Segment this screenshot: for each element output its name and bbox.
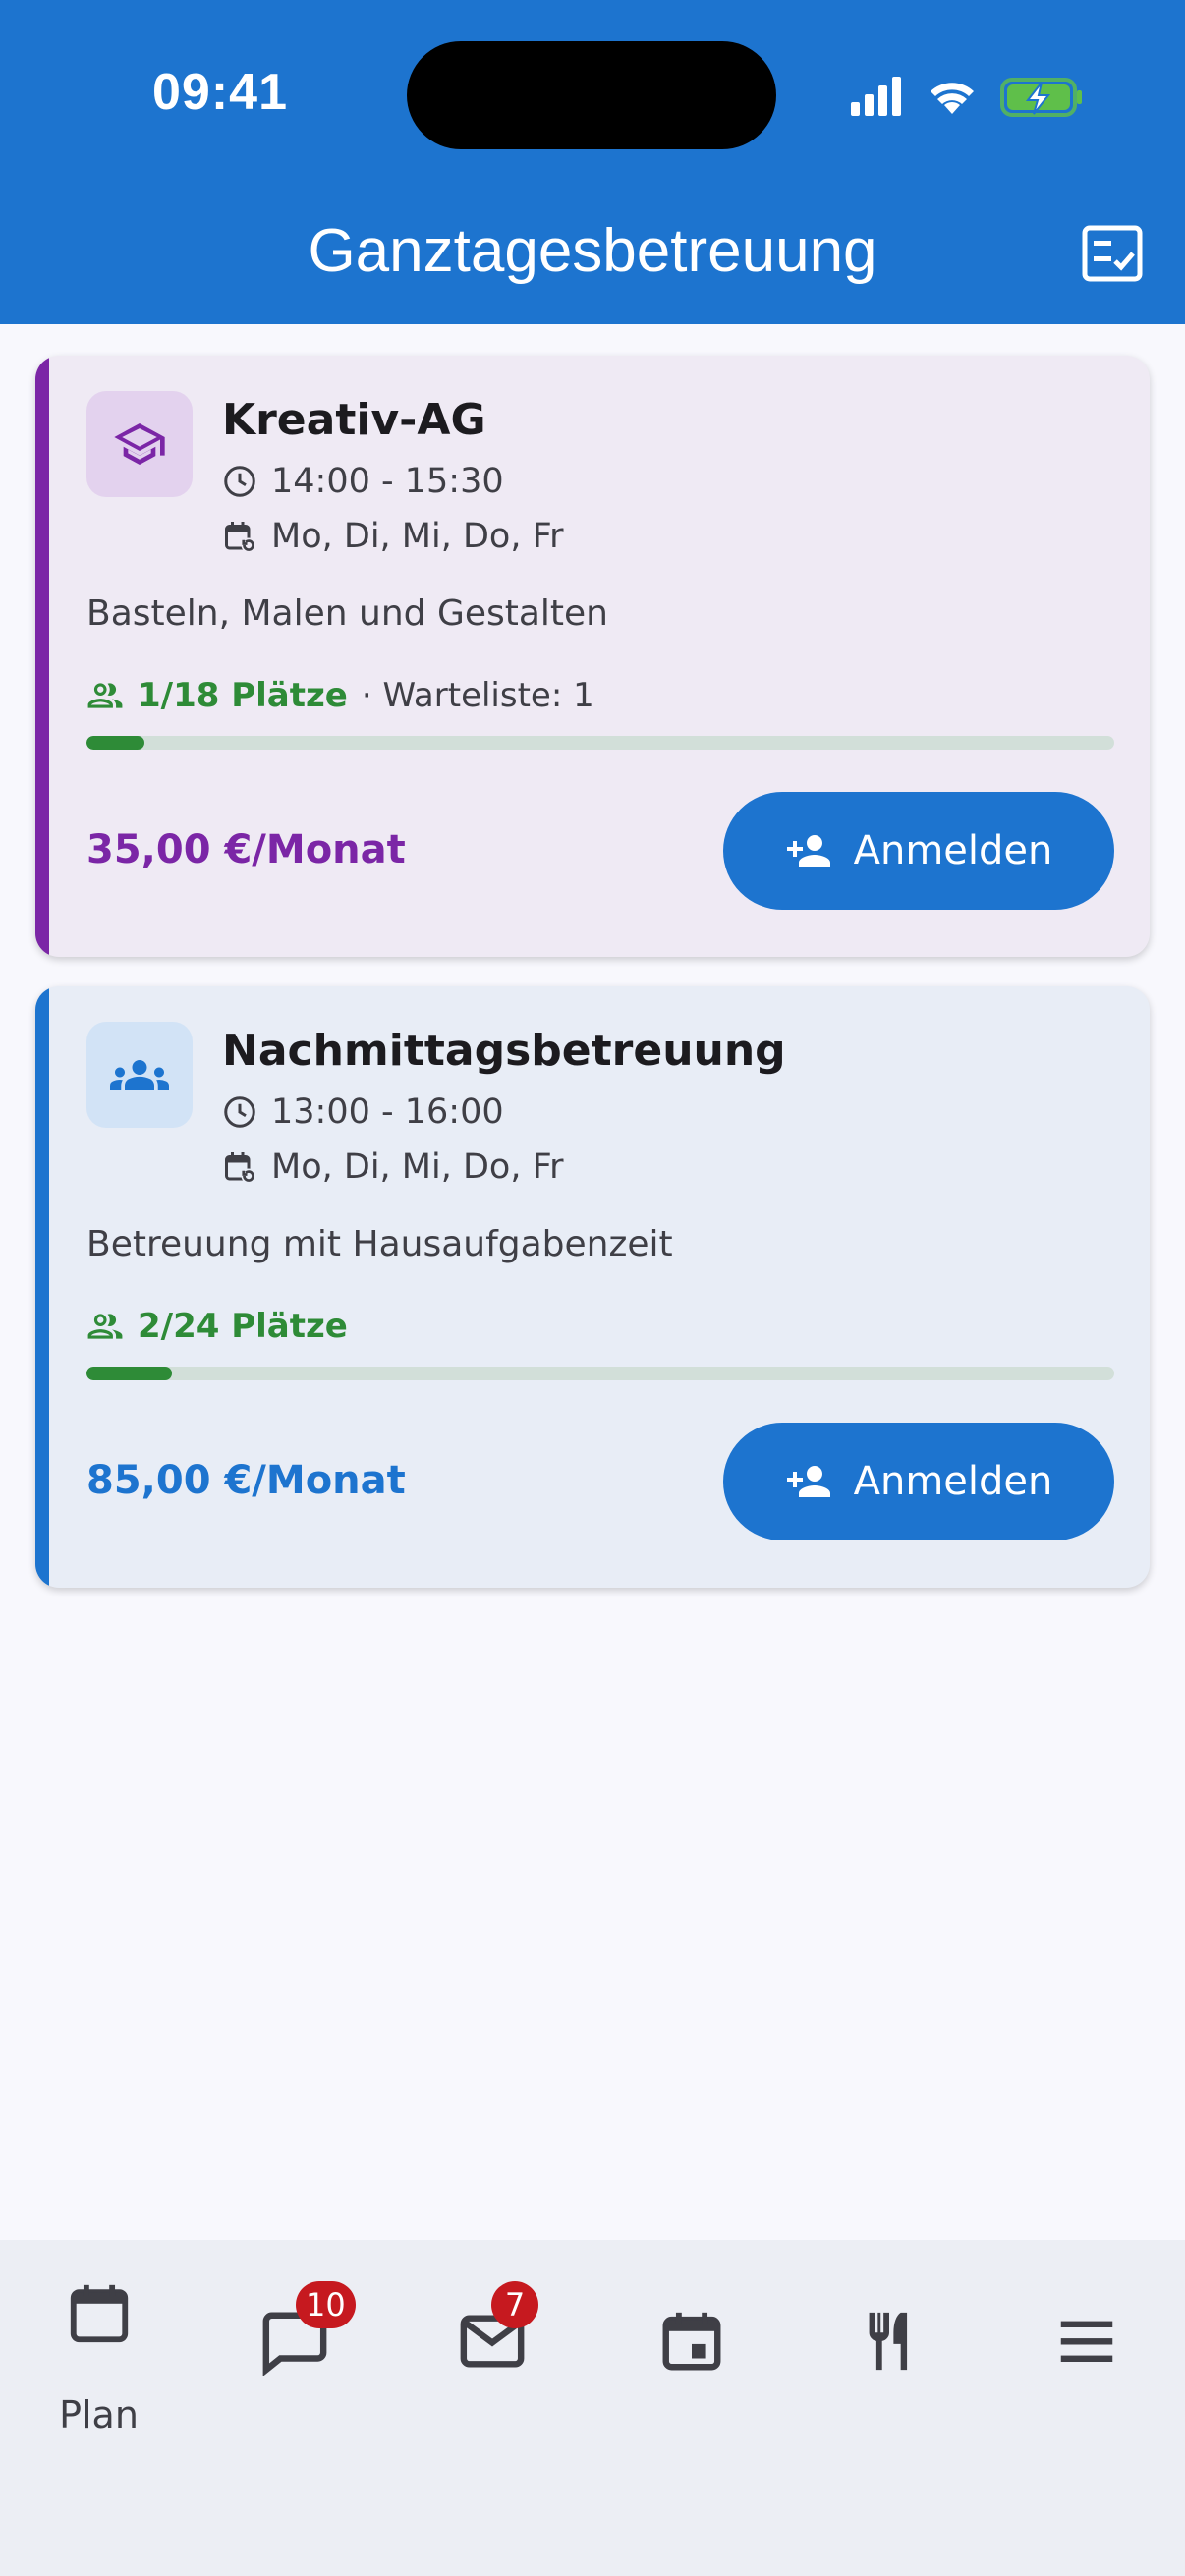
places-row: 1/18 Plätze · Warteliste: 1 (86, 676, 594, 715)
places-count: 2/24 Plätze (138, 1307, 348, 1346)
battery-icon (1000, 78, 1082, 117)
person-add-icon (786, 835, 830, 867)
program-card[interactable]: Kreativ-AG 14:00 - 15:30 Mo, Di, Mi, Do,… (35, 356, 1150, 957)
waitlist-count: · Warteliste: 1 (361, 676, 594, 715)
page-title: Ganztagesbetreuung (308, 217, 877, 285)
nav-mail[interactable]: 7 (395, 2240, 592, 2456)
days-row: Mo, Di, Mi, Do, Fr (222, 1148, 564, 1187)
graduation-cap-icon (114, 423, 165, 465)
capacity-bar-fill (86, 736, 144, 750)
time-row: 13:00 - 16:00 (222, 1092, 504, 1132)
program-name: Nachmittagsbetreuung (222, 1026, 786, 1076)
nav-events[interactable] (592, 2240, 790, 2456)
program-icon-box (86, 391, 193, 497)
capacity-bar-fill (86, 1367, 172, 1380)
calendar-repeat-icon (225, 522, 256, 553)
status-time: 09:41 (152, 64, 288, 121)
program-price: 85,00 €/Monat (86, 1458, 406, 1503)
nav-plan-label: Plan (59, 2393, 139, 2436)
enroll-button[interactable]: Anmelden (723, 1423, 1114, 1540)
calendar-repeat-icon (225, 1152, 256, 1184)
program-time: 14:00 - 15:30 (271, 462, 504, 501)
dynamic-island (407, 41, 776, 149)
places-row: 2/24 Plätze (86, 1307, 348, 1346)
enroll-button-label: Anmelden (853, 828, 1053, 873)
signal-icon (851, 77, 901, 116)
program-description: Betreuung mit Hausaufgabenzeit (86, 1224, 673, 1264)
program-card[interactable]: Nachmittagsbetreuung 13:00 - 16:00 Mo, D… (35, 986, 1150, 1588)
people-icon (87, 683, 123, 708)
capacity-bar (86, 736, 1114, 750)
program-name: Kreativ-AG (222, 395, 486, 445)
card-accent-stripe (35, 986, 49, 1588)
event-calendar-icon (662, 2312, 721, 2371)
wifi-icon (931, 83, 974, 114)
nav-plan[interactable]: Plan (0, 2240, 198, 2456)
checklist-icon[interactable] (1081, 224, 1144, 283)
program-description: Basteln, Malen und Gestalten (86, 593, 608, 634)
card-accent-stripe (35, 356, 49, 957)
chat-badge: 10 (296, 2281, 356, 2328)
group-icon (110, 1060, 169, 1090)
clock-icon (224, 1096, 255, 1128)
capacity-bar (86, 1367, 1114, 1380)
fork-knife-icon (869, 2312, 908, 2371)
program-time: 13:00 - 16:00 (271, 1092, 504, 1132)
program-icon-box (86, 1022, 193, 1128)
calendar-icon (70, 2284, 129, 2343)
nav-chat[interactable]: 10 (198, 2240, 395, 2456)
time-row: 14:00 - 15:30 (222, 462, 504, 501)
program-price: 35,00 €/Monat (86, 827, 406, 872)
status-icons (851, 77, 1082, 117)
clock-icon (224, 466, 255, 497)
enroll-button-label: Anmelden (853, 1459, 1053, 1504)
bottom-navigation: Plan 10 7 (0, 2240, 1185, 2576)
enroll-button[interactable]: Anmelden (723, 792, 1114, 910)
days-row: Mo, Di, Mi, Do, Fr (222, 517, 564, 556)
program-days: Mo, Di, Mi, Do, Fr (271, 1148, 564, 1187)
nav-menu[interactable] (988, 2240, 1185, 2456)
places-count: 1/18 Plätze (138, 676, 348, 715)
program-days: Mo, Di, Mi, Do, Fr (271, 517, 564, 556)
people-icon (87, 1314, 123, 1339)
person-add-icon (786, 1466, 830, 1497)
mail-badge: 7 (491, 2281, 538, 2328)
app-bar: 09:41 Ganztagesbetreuung (0, 0, 1185, 324)
menu-icon (1060, 2321, 1113, 2362)
nav-meals[interactable] (790, 2240, 988, 2456)
